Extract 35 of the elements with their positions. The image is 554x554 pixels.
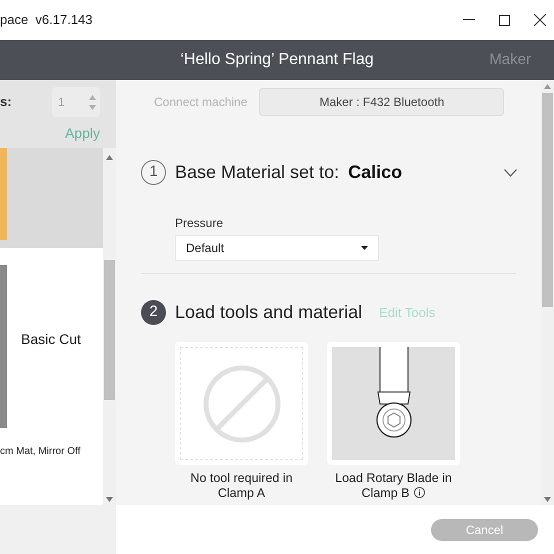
step-title: Load tools and material bbox=[175, 301, 362, 324]
scroll-down-icon[interactable] bbox=[544, 497, 551, 502]
tool-caption: No tool required in Clamp A bbox=[189, 471, 294, 501]
pressure-select[interactable]: Default bbox=[175, 235, 379, 261]
step-number: 1 bbox=[141, 160, 166, 185]
edit-tools-link[interactable]: Edit Tools bbox=[379, 302, 436, 322]
copies-value: 1 bbox=[58, 94, 65, 111]
step-number: 2 bbox=[141, 300, 166, 325]
close-icon[interactable] bbox=[534, 14, 546, 26]
scroll-down-icon[interactable] bbox=[106, 497, 113, 502]
info-icon[interactable] bbox=[414, 487, 426, 498]
maximize-icon[interactable] bbox=[499, 14, 510, 26]
scroll-thumb[interactable] bbox=[542, 93, 553, 307]
apply-link[interactable]: Apply bbox=[64, 123, 100, 144]
window-title: pace v6.17.143 bbox=[0, 11, 93, 30]
prohibited-icon bbox=[202, 364, 282, 444]
machine-button[interactable]: Maker : F432 Bluetooth bbox=[259, 88, 504, 116]
minimize-icon[interactable] bbox=[463, 19, 475, 21]
pressure-label: Pressure bbox=[175, 215, 224, 232]
scrollbar[interactable] bbox=[541, 80, 554, 505]
copies-label: s: bbox=[0, 93, 12, 112]
base-material-value: Calico bbox=[348, 161, 402, 184]
step-title: Base Material set to: bbox=[175, 161, 340, 184]
caret-icon bbox=[361, 246, 368, 250]
connect-machine-label: Connect machine bbox=[154, 94, 248, 111]
scrollbar[interactable] bbox=[103, 148, 116, 505]
machine-label: Maker bbox=[489, 50, 531, 70]
chevron-down-icon[interactable] bbox=[504, 168, 517, 176]
scroll-up-icon[interactable] bbox=[106, 155, 113, 160]
mat-caption: cm Mat, Mirror Off bbox=[0, 445, 82, 459]
mat-label: Basic Cut bbox=[21, 330, 81, 348]
scroll-thumb[interactable] bbox=[104, 260, 115, 400]
project-title: ‘Hello Spring’ Pennant Flag bbox=[180, 50, 374, 70]
scroll-up-icon[interactable] bbox=[544, 84, 551, 89]
tool-caption: Load Rotary Blade in Clamp B bbox=[334, 471, 453, 501]
